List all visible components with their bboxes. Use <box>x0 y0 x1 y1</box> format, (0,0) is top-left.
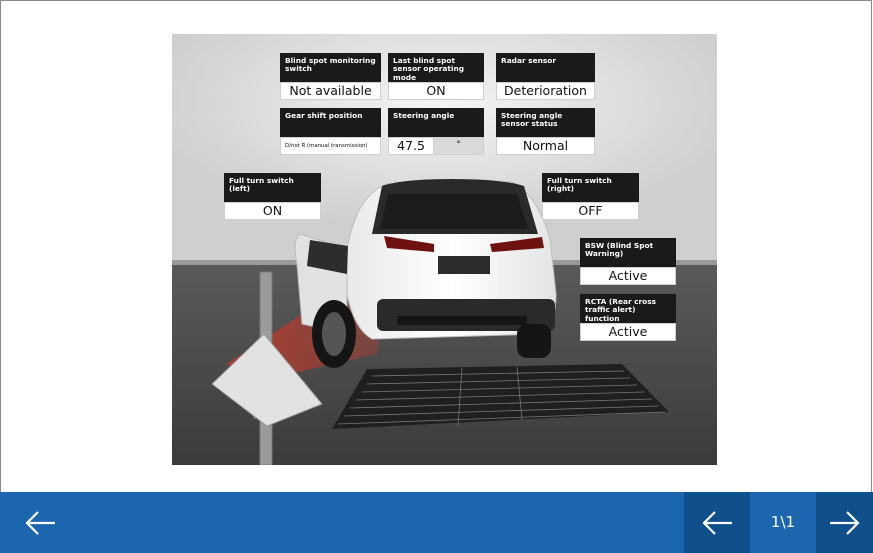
arrow-right-icon <box>829 510 860 535</box>
back-button[interactable] <box>0 492 80 553</box>
panel-bsw-value: Active <box>580 267 676 285</box>
panel-radar: Radar sensor Deterioration <box>496 53 595 100</box>
panel-steering-angle-label: Steering angle <box>388 108 484 137</box>
panel-turn-right-label: Full turn switch (right) <box>542 173 639 202</box>
panel-turn-right-value: OFF <box>542 202 639 220</box>
panel-bsm-switch-label: Blind spot monitoring switch <box>280 53 381 82</box>
panel-bsw: BSW (Blind Spot Warning) Active <box>580 238 676 285</box>
panel-gear-label: Gear shift position <box>280 108 381 137</box>
panel-rcta-label: RCTA (Rear cross traffic alert) function <box>580 294 676 323</box>
steering-angle-number: 47.5 <box>397 138 425 153</box>
panel-turn-left: Full turn switch (left) ON <box>224 173 321 220</box>
panel-turn-left-value: ON <box>224 202 321 220</box>
panel-radar-value: Deterioration <box>496 82 595 100</box>
panel-gear-value: D/not R (manual transmission) <box>280 137 381 155</box>
panel-last-mode-value: ON <box>388 82 484 100</box>
panel-steering-sensor-value: Normal <box>496 137 595 155</box>
panel-last-mode: Last blind spot sensor operating mode ON <box>388 53 484 100</box>
panel-steering-sensor-label: Steering angle sensor status <box>496 108 595 137</box>
arrow-left-icon <box>702 510 732 535</box>
panel-turn-left-label: Full turn switch (left) <box>224 173 321 202</box>
panel-rcta: RCTA (Rear cross traffic alert) function… <box>580 294 676 341</box>
panel-steering-sensor: Steering angle sensor status Normal <box>496 108 595 155</box>
panel-bsm-switch: Blind spot monitoring switch Not availab… <box>280 53 381 100</box>
arrow-left-icon <box>25 510 55 535</box>
panel-radar-label: Radar sensor <box>496 53 595 82</box>
bottom-nav-bar: 1\1 <box>0 492 873 553</box>
next-page-button[interactable] <box>816 492 873 553</box>
panel-turn-right: Full turn switch (right) OFF <box>542 173 639 220</box>
panel-bsw-label: BSW (Blind Spot Warning) <box>580 238 676 267</box>
panel-gear: Gear shift position D/not R (manual tran… <box>280 108 381 155</box>
previous-page-button[interactable] <box>684 492 750 553</box>
panel-steering-angle: Steering angle 47.5 ° <box>388 108 484 155</box>
page-indicator: 1\1 <box>770 513 796 531</box>
panel-bsm-switch-value: Not available <box>280 82 381 100</box>
panel-steering-angle-value: 47.5 ° <box>388 137 484 155</box>
steering-angle-unit: ° <box>433 138 483 154</box>
panel-rcta-value: Active <box>580 323 676 341</box>
panel-last-mode-label: Last blind spot sensor operating mode <box>388 53 484 82</box>
